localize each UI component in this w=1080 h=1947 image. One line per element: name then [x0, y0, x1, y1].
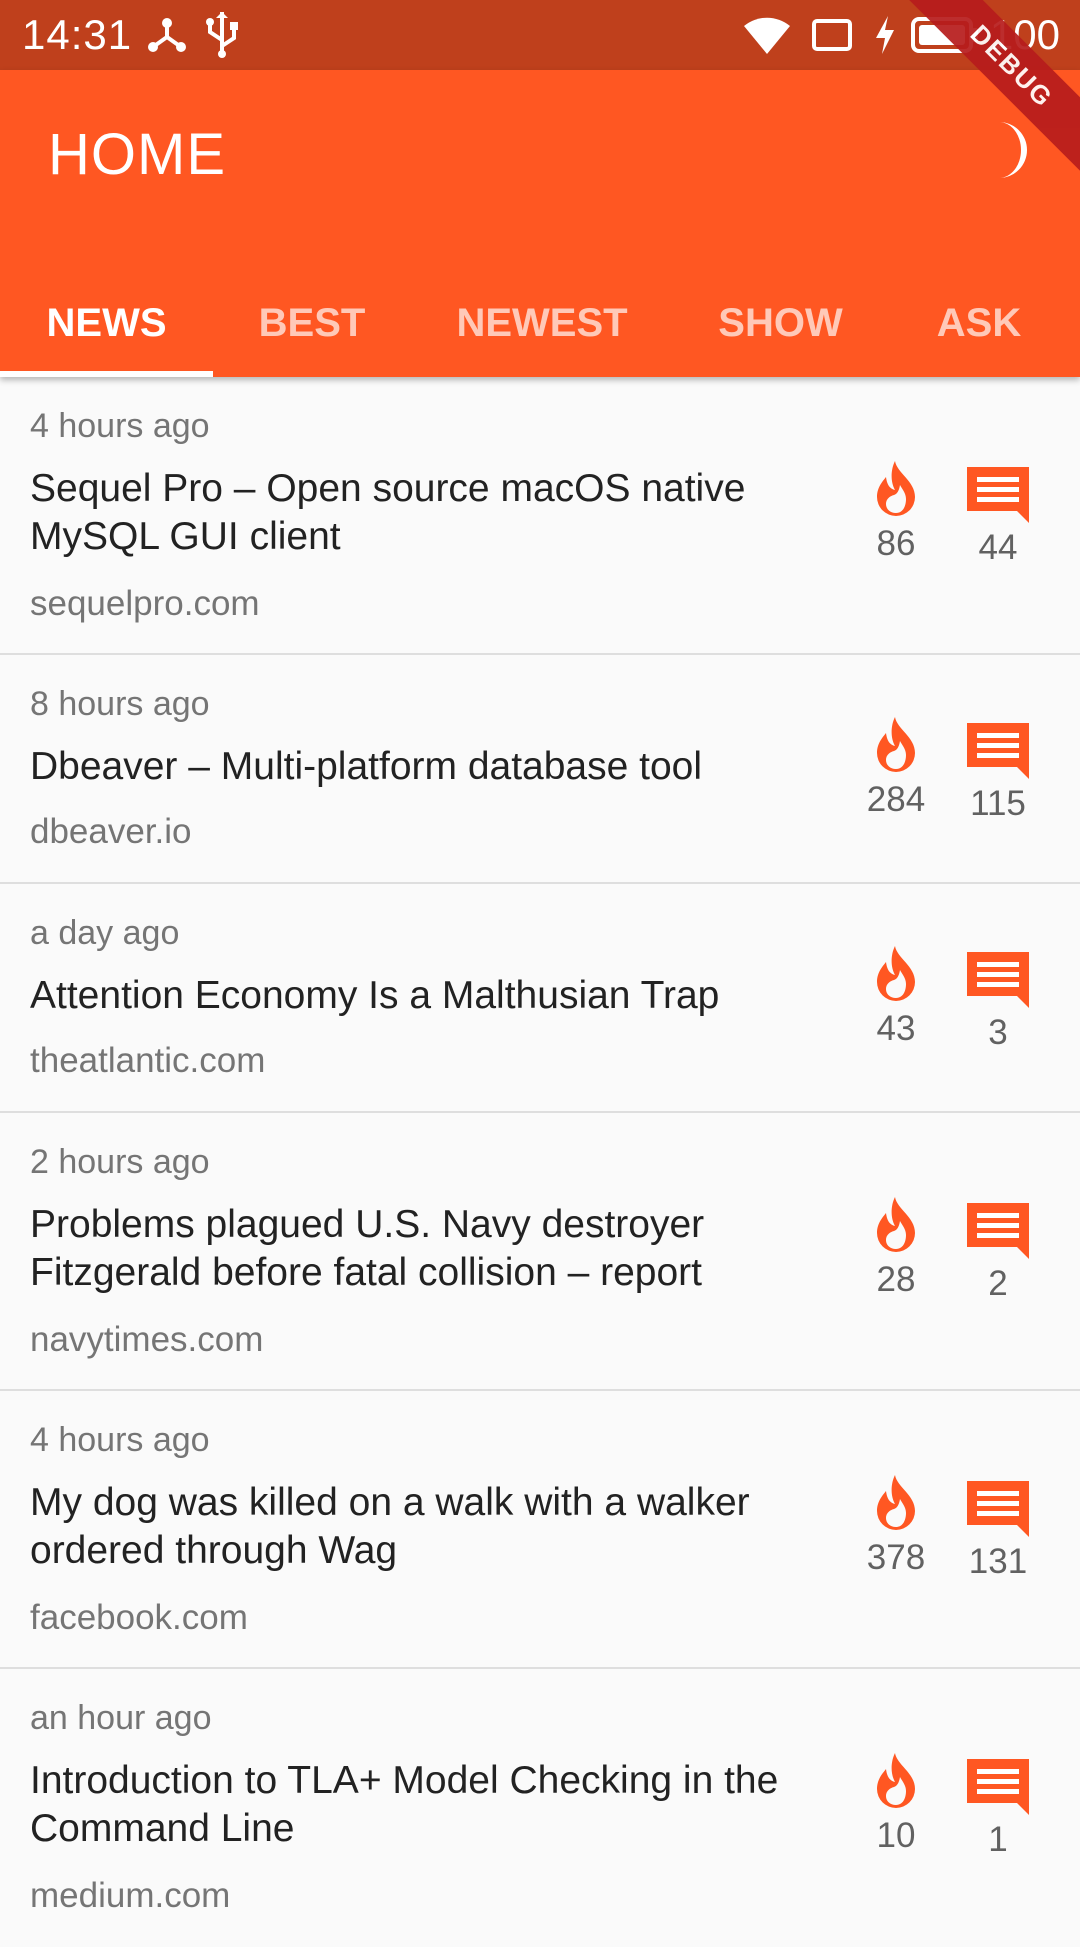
- share-icon: [148, 18, 186, 52]
- tab-news[interactable]: NEWS: [0, 270, 213, 377]
- flame-icon: [877, 1753, 915, 1808]
- list-item[interactable]: 4 hours ago My dog was killed on a walk …: [0, 1391, 1080, 1669]
- story-domain: navytimes.com: [30, 1320, 264, 1359]
- story-time: 4 hours ago: [30, 1421, 210, 1459]
- moon-icon: [999, 122, 1027, 178]
- story-title: Introduction to TLA+ Model Checking in t…: [30, 1759, 779, 1850]
- score-count: 28: [876, 1260, 916, 1299]
- comment-icon: [967, 1203, 1029, 1259]
- flame-icon: [877, 461, 915, 516]
- score: 28: [851, 1195, 941, 1301]
- comment-count: 115: [970, 784, 1026, 823]
- comments[interactable]: 1: [953, 1757, 1043, 1861]
- story-time: 8 hours ago: [30, 685, 210, 723]
- comments[interactable]: 44: [953, 465, 1043, 569]
- wifi-icon: [744, 17, 790, 54]
- score-count: 378: [866, 1538, 926, 1577]
- comments[interactable]: 3: [953, 950, 1043, 1054]
- status-bar: 14:31 100: [0, 0, 1080, 70]
- story-time: a day ago: [30, 914, 180, 952]
- list-item[interactable]: 4 hours ago Sequel Pro – Open source mac…: [0, 377, 1080, 655]
- page-title: HOME: [48, 122, 226, 187]
- score-count: 284: [866, 780, 926, 819]
- usb-icon: [206, 12, 238, 58]
- tab-bar: NEWS BEST NEWEST SHOW ASK: [0, 270, 1080, 377]
- list-item[interactable]: an hour ago Introduction to TLA+ Model C…: [0, 1669, 1080, 1947]
- flame-icon: [877, 1475, 915, 1530]
- comment-count: 2: [988, 1264, 1008, 1303]
- story-time: 4 hours ago: [30, 407, 210, 445]
- comments[interactable]: 115: [953, 721, 1043, 825]
- score: 86: [851, 459, 941, 565]
- theme-toggle-button[interactable]: [985, 118, 1035, 187]
- status-time: 14:31: [22, 11, 133, 58]
- comment-count: 1: [988, 1820, 1008, 1859]
- list-item[interactable]: 2 hours ago Problems plagued U.S. Navy d…: [0, 1113, 1080, 1391]
- comment-count: 3: [988, 1013, 1008, 1052]
- charging-icon: [876, 16, 894, 54]
- score: 378: [851, 1473, 941, 1579]
- comment-icon: [967, 952, 1029, 1008]
- flame-icon: [877, 1197, 915, 1252]
- story-list: 4 hours ago Sequel Pro – Open source mac…: [0, 377, 1080, 1947]
- story-domain: medium.com: [30, 1876, 231, 1915]
- list-item[interactable]: a day ago Attention Economy Is a Malthus…: [0, 884, 1080, 1113]
- story-title: My dog was killed on a walk with a walke…: [30, 1481, 750, 1572]
- story-title: Sequel Pro – Open source macOS native My…: [30, 467, 746, 558]
- score: 43: [851, 944, 941, 1050]
- story-time: 2 hours ago: [30, 1143, 210, 1181]
- screen-icon: [812, 19, 852, 51]
- tab-ask[interactable]: ASK: [888, 270, 1070, 377]
- app-bar: HOME NEWS BEST NEWEST SHOW ASK: [0, 70, 1080, 377]
- story-domain: theatlantic.com: [30, 1041, 266, 1080]
- story-title: Dbeaver – Multi-platform database tool: [30, 745, 703, 788]
- tab-indicator: [0, 371, 213, 377]
- comment-icon: [967, 723, 1029, 779]
- flame-icon: [877, 717, 915, 772]
- comments[interactable]: 131: [953, 1479, 1043, 1583]
- comment-count: 131: [968, 1542, 1028, 1581]
- comment-icon: [967, 1759, 1029, 1815]
- comment-count: 44: [978, 528, 1018, 567]
- score: 10: [851, 1751, 941, 1857]
- story-domain: sequelpro.com: [30, 584, 260, 623]
- story-title: Problems plagued U.S. Navy destroyer Fit…: [30, 1203, 705, 1294]
- tab-show[interactable]: SHOW: [673, 270, 888, 377]
- tab-best[interactable]: BEST: [213, 270, 411, 377]
- story-domain: facebook.com: [30, 1598, 248, 1637]
- score-count: 43: [876, 1009, 916, 1048]
- flame-icon: [877, 946, 915, 1001]
- story-domain: dbeaver.io: [30, 812, 192, 851]
- comment-icon: [967, 467, 1029, 523]
- list-item[interactable]: 8 hours ago Dbeaver – Multi-platform dat…: [0, 655, 1080, 884]
- comments[interactable]: 2: [953, 1201, 1043, 1305]
- tab-newest[interactable]: NEWEST: [411, 270, 673, 377]
- story-title: Attention Economy Is a Malthusian Trap: [30, 974, 720, 1017]
- comment-icon: [967, 1481, 1029, 1537]
- score-count: 10: [876, 1816, 916, 1855]
- score: 284: [851, 715, 941, 821]
- score-count: 86: [876, 524, 916, 563]
- story-time: an hour ago: [30, 1699, 212, 1737]
